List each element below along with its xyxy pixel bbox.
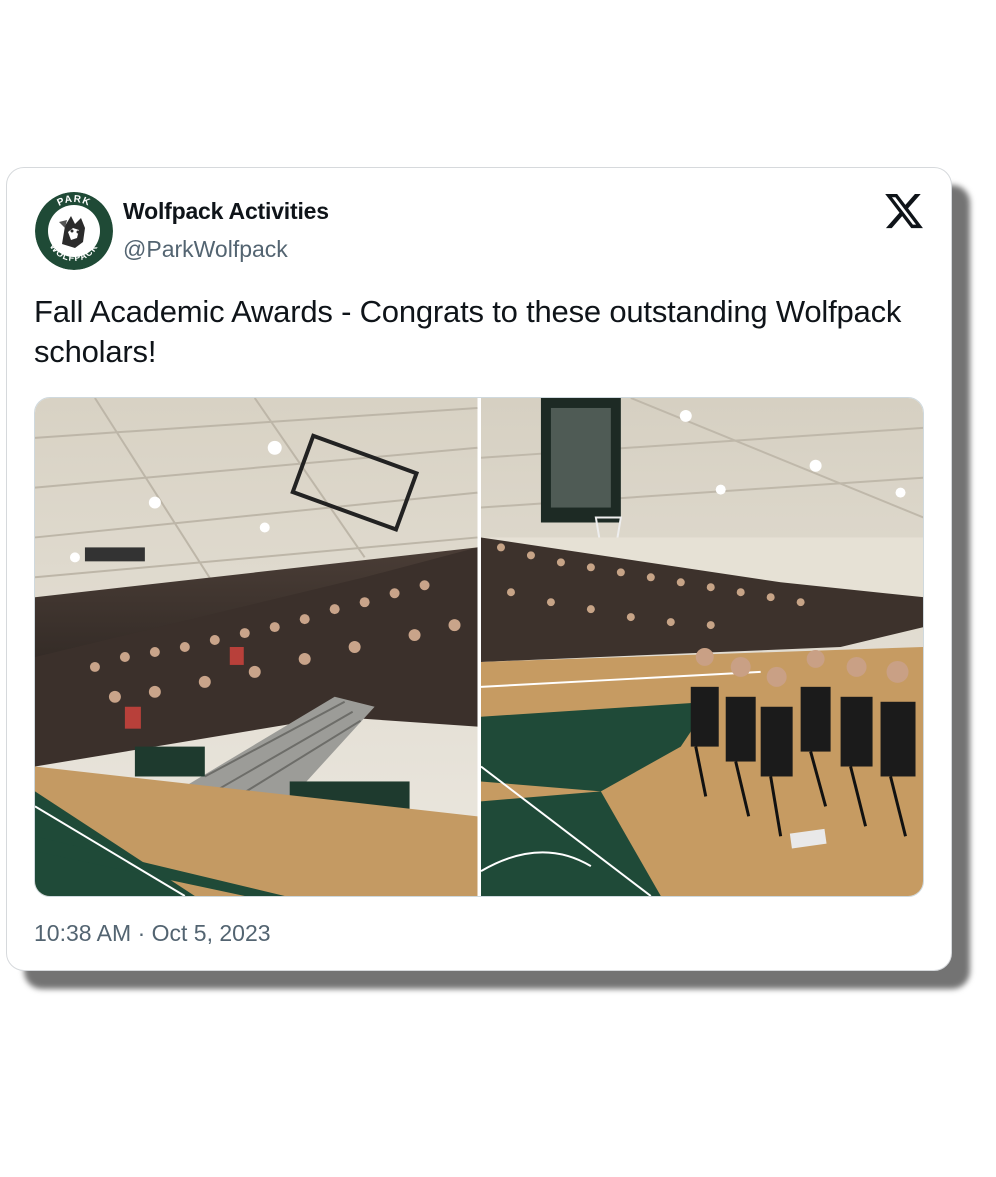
- tweet-media[interactable]: [34, 397, 924, 897]
- author-handle[interactable]: @ParkWolfpack: [123, 236, 288, 263]
- author-name[interactable]: Wolfpack Activities: [123, 198, 329, 225]
- timestamp-link[interactable]: 10:38 AM · Oct 5, 2023: [34, 920, 271, 946]
- tweet-card[interactable]: PARK WOLFPACK Wolfpack Activities @ParkW…: [6, 167, 952, 971]
- x-logo-icon[interactable]: [883, 190, 925, 232]
- wolfpack-logo-icon: PARK WOLFPACK: [35, 192, 113, 270]
- gym-chairs-photo[interactable]: [480, 398, 923, 896]
- gym-bleachers-photo[interactable]: [35, 398, 478, 896]
- tweet-timestamp[interactable]: 10:38 AM · Oct 5, 2023: [34, 920, 271, 947]
- avatar[interactable]: PARK WOLFPACK: [35, 192, 113, 270]
- tweet-text: Fall Academic Awards - Congrats to these…: [34, 294, 902, 369]
